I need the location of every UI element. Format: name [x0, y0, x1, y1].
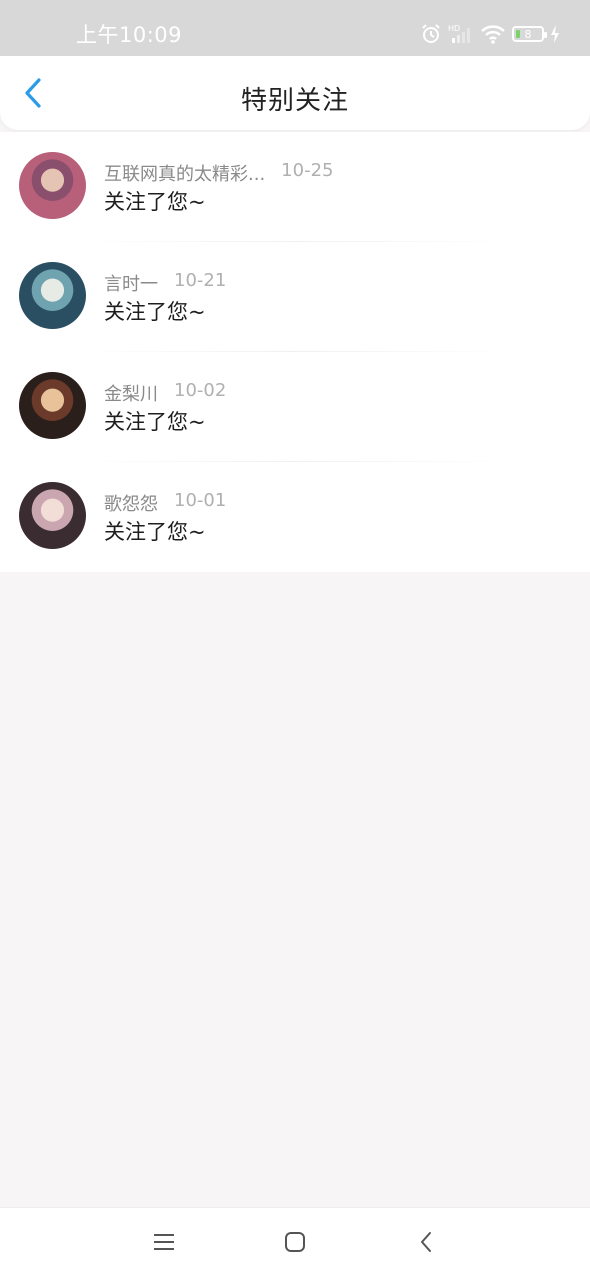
- charging-icon: [550, 25, 560, 43]
- battery-icon: 8: [512, 26, 547, 42]
- status-time: 上午10:09: [76, 23, 183, 47]
- nav-bar: 特别关注: [0, 56, 590, 130]
- avatar[interactable]: [19, 372, 86, 439]
- list-item[interactable]: 歌怨怨 10-01 关注了您~: [0, 462, 590, 572]
- message-text: 关注了您~: [104, 520, 206, 544]
- svg-text:HD: HD: [448, 24, 460, 33]
- list-item[interactable]: 言时一 10-21 关注了您~: [0, 242, 590, 352]
- menu-button[interactable]: [150, 1230, 178, 1258]
- avatar[interactable]: [19, 152, 86, 219]
- home-icon: [284, 1231, 306, 1257]
- wifi-icon: [480, 23, 506, 45]
- battery-level: 8: [524, 27, 532, 41]
- page-title: 特别关注: [240, 86, 349, 116]
- message-text: 关注了您~: [104, 300, 206, 324]
- menu-icon: [152, 1232, 176, 1256]
- chevron-left-icon: [419, 1231, 433, 1257]
- back-nav-button[interactable]: [412, 1230, 440, 1258]
- status-icons: HD 8: [420, 20, 560, 48]
- avatar[interactable]: [19, 262, 86, 329]
- signal-icon: HD: [448, 23, 474, 45]
- status-bar: 上午10:09 HD 8: [0, 0, 590, 56]
- follow-date: 10-25: [281, 160, 334, 181]
- list-item[interactable]: 互联网真的太精彩... 10-25 关注了您~: [0, 132, 590, 242]
- message-text: 关注了您~: [104, 410, 206, 434]
- message-text: 关注了您~: [104, 190, 206, 214]
- avatar[interactable]: [19, 482, 86, 549]
- alarm-icon: [420, 23, 442, 45]
- user-name: 言时一: [104, 274, 158, 295]
- follow-date: 10-21: [174, 270, 227, 291]
- system-nav-bar: [0, 1207, 590, 1280]
- user-name: 歌怨怨: [104, 494, 158, 515]
- list-item[interactable]: 金梨川 10-02 关注了您~: [0, 352, 590, 462]
- user-name: 互联网真的太精彩...: [104, 164, 266, 185]
- follow-date: 10-01: [174, 490, 227, 511]
- home-button[interactable]: [281, 1230, 309, 1258]
- special-follow-list: 互联网真的太精彩... 10-25 关注了您~ 言时一 10-21 关注了您~ …: [0, 132, 590, 572]
- user-name: 金梨川: [104, 384, 158, 405]
- follow-date: 10-02: [174, 380, 227, 401]
